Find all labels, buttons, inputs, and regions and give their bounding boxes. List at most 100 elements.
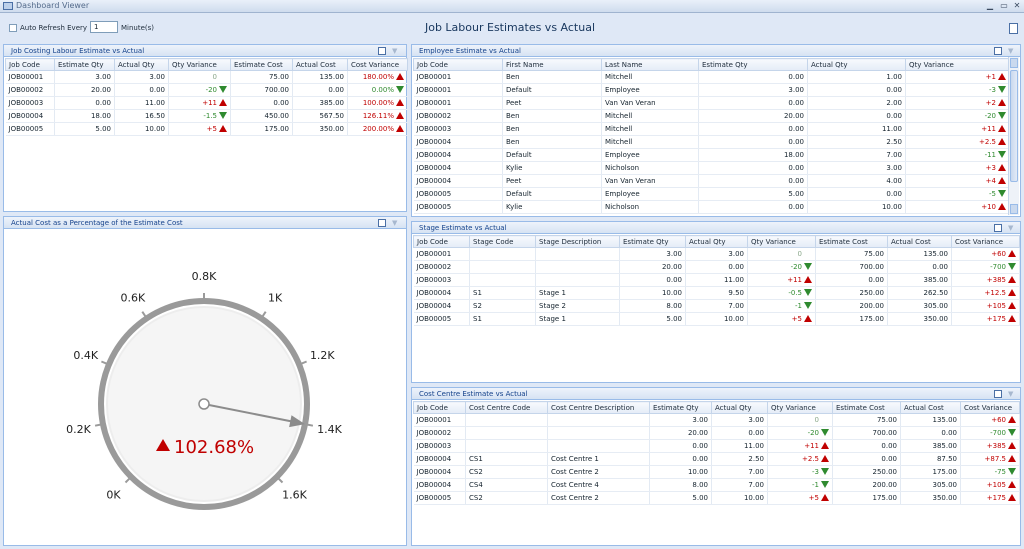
- column-header[interactable]: First Name: [502, 58, 602, 71]
- column-header[interactable]: Qty Variance: [767, 401, 833, 414]
- table-row[interactable]: JOB00004 S2 Stage 2 8.00 7.00 -1 200.00 305.00 +…: [413, 299, 1020, 313]
- employee-scrollbar[interactable]: [1008, 57, 1019, 215]
- column-header[interactable]: Estimate Qty: [54, 58, 115, 71]
- table-row[interactable]: JOB00001 Ben Mitchell 0.00 1.00 +1: [413, 70, 1010, 84]
- down-arrow-icon: [219, 86, 227, 93]
- column-header[interactable]: Cost Centre Code: [465, 401, 548, 414]
- gauge-tick-label: 1.6K: [282, 489, 307, 502]
- table-cell: 10.00: [807, 200, 906, 214]
- export-icon[interactable]: [994, 47, 1002, 55]
- table-cell: 175.00: [832, 491, 901, 505]
- up-arrow-icon: [804, 276, 812, 283]
- column-header[interactable]: Actual Cost: [887, 235, 952, 248]
- table-cell: Mitchell: [601, 109, 699, 123]
- table-cell: 3.00: [649, 413, 712, 427]
- table-row[interactable]: JOB00005 Default Employee 5.00 0.00 -5: [413, 187, 1010, 201]
- column-header[interactable]: Qty Variance: [905, 58, 1010, 71]
- export-icon[interactable]: [994, 224, 1002, 232]
- table-row[interactable]: JOB00001 Peet Van Van Veran 0.00 2.00 +2: [413, 96, 1010, 110]
- table-row[interactable]: JOB00001 Default Employee 3.00 0.00 -3: [413, 83, 1010, 97]
- table-row[interactable]: JOB00001 3.00 3.00 0 75.00 135.00 +60: [413, 247, 1020, 261]
- table-row[interactable]: JOB00005 5.00 10.00 +5 175.00 350.00 200.00%: [5, 122, 408, 136]
- table-row[interactable]: JOB00005 Kylie Nicholson 0.00 10.00 +10: [413, 200, 1010, 214]
- scroll-down-icon[interactable]: [1010, 204, 1018, 214]
- down-arrow-icon: [804, 289, 812, 296]
- table-cell: 0.00: [698, 96, 808, 110]
- filter-icon[interactable]: ▼: [392, 219, 400, 227]
- column-header[interactable]: Actual Qty: [807, 58, 906, 71]
- filter-icon[interactable]: ▼: [1008, 224, 1016, 232]
- column-header[interactable]: Stage Code: [469, 235, 536, 248]
- close-icon[interactable]: ✕: [1010, 0, 1024, 12]
- column-header[interactable]: Job Code: [5, 58, 55, 71]
- table-row[interactable]: JOB00002 Ben Mitchell 20.00 0.00 -20: [413, 109, 1010, 123]
- export-icon[interactable]: [378, 219, 386, 227]
- column-header[interactable]: Estimate Qty: [649, 401, 712, 414]
- table-cell: +11: [747, 273, 816, 287]
- down-arrow-icon: [804, 263, 812, 270]
- maximize-icon[interactable]: ▭: [997, 0, 1011, 12]
- table-row[interactable]: JOB00003 Ben Mitchell 0.00 11.00 +11: [413, 122, 1010, 136]
- filter-icon[interactable]: ▼: [1008, 390, 1016, 398]
- refresh-interval-input[interactable]: 1: [90, 21, 118, 33]
- table-cell: Nicholson: [601, 200, 699, 214]
- column-header[interactable]: Last Name: [601, 58, 699, 71]
- column-header[interactable]: Estimate Cost: [815, 235, 888, 248]
- table-row[interactable]: JOB00004 Kylie Nicholson 0.00 3.00 +3: [413, 161, 1010, 175]
- column-header[interactable]: Actual Cost: [900, 401, 961, 414]
- table-cell: +11: [905, 122, 1010, 136]
- table-row[interactable]: JOB00004 CS2 Cost Centre 2 10.00 7.00 -3 250.0…: [413, 465, 1020, 479]
- export-icon[interactable]: [994, 390, 1002, 398]
- table-row[interactable]: JOB00002 20.00 0.00 -20 700.00 0.00 0.00%: [5, 83, 408, 97]
- scroll-up-icon[interactable]: [1010, 58, 1018, 68]
- column-header[interactable]: Qty Variance: [168, 58, 231, 71]
- table-row[interactable]: JOB00004 Peet Van Van Veran 0.00 4.00 +4: [413, 174, 1010, 188]
- column-header[interactable]: Estimate Qty: [619, 235, 686, 248]
- column-header[interactable]: Actual Qty: [685, 235, 748, 248]
- column-header[interactable]: Estimate Qty: [698, 58, 808, 71]
- table-row[interactable]: JOB00005 S1 Stage 1 5.00 10.00 +5 175.00 350.00…: [413, 312, 1020, 326]
- gauge-value-label: 102.68%: [174, 437, 254, 458]
- export-icon[interactable]: [1009, 23, 1018, 34]
- table-row[interactable]: JOB00001 3.00 3.00 0 75.00 135.00 180.00%: [5, 70, 408, 84]
- filter-icon[interactable]: ▼: [1008, 47, 1016, 55]
- column-header[interactable]: Job Code: [413, 235, 470, 248]
- column-header[interactable]: Actual Cost: [292, 58, 348, 71]
- column-header[interactable]: Stage Description: [535, 235, 620, 248]
- table-row[interactable]: JOB00004 S1 Stage 1 10.00 9.50 -0.5 250.00 262.…: [413, 286, 1020, 300]
- auto-refresh-label: Auto Refresh Every: [20, 24, 88, 32]
- column-header[interactable]: Cost Variance: [347, 58, 408, 71]
- table-cell: -11: [905, 148, 1010, 162]
- scroll-thumb[interactable]: [1010, 70, 1018, 182]
- table-cell: Nicholson: [601, 161, 699, 175]
- export-icon[interactable]: [378, 47, 386, 55]
- table-row[interactable]: JOB00004 CS4 Cost Centre 4 8.00 7.00 -1 200.00…: [413, 478, 1020, 492]
- column-header[interactable]: Actual Qty: [711, 401, 768, 414]
- table-row[interactable]: JOB00003 0.00 11.00 +11 0.00 385.00 +385: [413, 273, 1020, 287]
- column-header[interactable]: Cost Centre Description: [547, 401, 650, 414]
- table-row[interactable]: JOB00004 Default Employee 18.00 7.00 -11: [413, 148, 1010, 162]
- table-row[interactable]: JOB00002 20.00 0.00 -20 700.00 0.00 -700: [413, 260, 1020, 274]
- column-header[interactable]: Estimate Cost: [832, 401, 901, 414]
- table-row[interactable]: JOB00001 3.00 3.00 0 75.00 135.00 +60: [413, 413, 1020, 427]
- minimize-icon[interactable]: ▁: [983, 0, 997, 12]
- table-row[interactable]: JOB00003 0.00 11.00 +11 0.00 385.00 +385: [413, 439, 1020, 453]
- column-header[interactable]: Actual Qty: [114, 58, 169, 71]
- table-row[interactable]: JOB00005 CS2 Cost Centre 2 5.00 10.00 +5 175.0…: [413, 491, 1020, 505]
- filter-icon[interactable]: ▼: [392, 47, 400, 55]
- column-header[interactable]: Qty Variance: [747, 235, 816, 248]
- table-row[interactable]: JOB00004 18.00 16.50 -1.5 450.00 567.50 126.11…: [5, 109, 408, 123]
- column-header[interactable]: Cost Variance: [960, 401, 1020, 414]
- cost-centre-panel-header: Cost Centre Estimate vs Actual ▼: [412, 388, 1020, 400]
- column-header[interactable]: Job Code: [413, 401, 466, 414]
- column-header[interactable]: Cost Variance: [951, 235, 1020, 248]
- auto-refresh-checkbox[interactable]: [9, 24, 17, 32]
- table-row[interactable]: JOB00002 20.00 0.00 -20 700.00 0.00 -700: [413, 426, 1020, 440]
- table-row[interactable]: JOB00003 0.00 11.00 +11 0.00 385.00 100.00%: [5, 96, 408, 110]
- table-row[interactable]: JOB00004 CS1 Cost Centre 1 0.00 2.50 +2.5 0.00…: [413, 452, 1020, 466]
- column-header[interactable]: Job Code: [413, 58, 503, 71]
- window-titlebar: Dashboard Viewer ▁ ▭ ✕: [0, 0, 1024, 13]
- table-row[interactable]: JOB00004 Ben Mitchell 0.00 2.50 +2.5: [413, 135, 1010, 149]
- table-cell: 2.00: [807, 96, 906, 110]
- column-header[interactable]: Estimate Cost: [230, 58, 293, 71]
